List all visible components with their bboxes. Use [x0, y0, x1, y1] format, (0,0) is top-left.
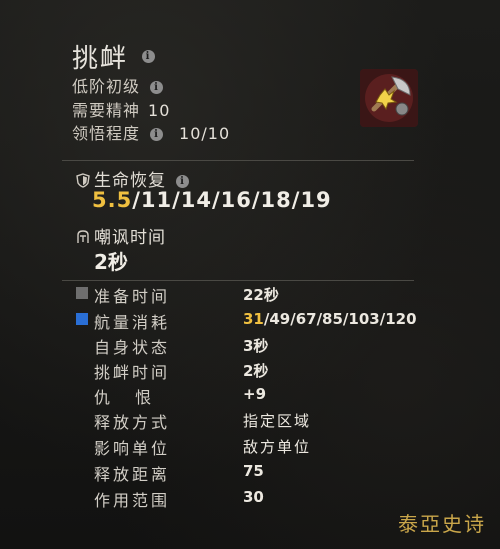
stat-label: 仇 恨	[94, 388, 155, 407]
skill-name: 挑衅	[72, 44, 129, 74]
heal-values: 5.5/11/14/16/18/19	[92, 188, 332, 212]
divider	[62, 160, 414, 161]
heal-current-value: 5.5	[92, 188, 133, 212]
heal-other-values: /11/14/16/18/19	[132, 188, 332, 212]
energy-square-icon	[76, 313, 88, 325]
stat-value: +9	[243, 385, 267, 403]
requirement-row: 需要精神 10	[72, 97, 170, 121]
skill-tier: 低阶初级	[72, 77, 141, 96]
axe-skill-icon	[360, 69, 418, 127]
stat-value: 30	[243, 488, 264, 506]
requirement-value: 10	[148, 101, 171, 120]
requirement-label: 需要精神	[72, 101, 141, 120]
stat-value: 75	[243, 462, 264, 480]
skill-title: 挑衅 i	[72, 38, 156, 75]
info-icon[interactable]: i	[176, 174, 189, 188]
stat-value: 31/49/67/85/103/120	[243, 310, 417, 328]
stat-value: 22秒	[243, 286, 279, 304]
taunt-label: 嘲讽时间	[94, 228, 166, 248]
stat-label: 影响单位	[94, 439, 171, 458]
shield-icon	[76, 173, 90, 188]
energy-current-value: 31	[243, 310, 264, 328]
skill-tooltip: 挑衅 i 低阶初级 i 需要精神 10 领悟程度 i 10/10 生命恢复 i 5.5/11…	[0, 0, 500, 549]
helmet-icon	[77, 230, 89, 243]
taunt-value: 2秒	[94, 250, 128, 274]
stat-value: 敌方单位	[243, 438, 312, 456]
divider	[62, 280, 414, 281]
skill-tier-row: 低阶初级 i	[72, 73, 164, 97]
stat-value: 2秒	[243, 362, 269, 380]
stat-label: 自身状态	[94, 338, 171, 357]
stat-value: 指定区域	[243, 412, 312, 430]
stat-value: 3秒	[243, 337, 269, 355]
stat-label: 挑衅时间	[94, 363, 171, 382]
mastery-value: 10/10	[179, 124, 231, 143]
stat-label: 航量消耗	[94, 313, 171, 332]
watermark: 泰亞史诗	[398, 512, 486, 536]
mastery-label: 领悟程度	[72, 124, 141, 143]
stat-label: 作用范围	[94, 491, 171, 510]
stat-label: 释放方式	[94, 413, 171, 432]
stat-label: 准备时间	[94, 287, 171, 306]
info-icon[interactable]: i	[142, 50, 156, 63]
info-icon[interactable]: i	[150, 81, 164, 94]
info-icon[interactable]: i	[150, 128, 164, 141]
mastery-row: 领悟程度 i 10/10	[72, 120, 230, 144]
taunt-section-label: 嘲讽时间	[76, 223, 166, 248]
stat-label: 释放距离	[94, 465, 171, 484]
energy-other-values: /49/67/85/103/120	[263, 310, 417, 328]
time-square-icon	[76, 287, 88, 299]
